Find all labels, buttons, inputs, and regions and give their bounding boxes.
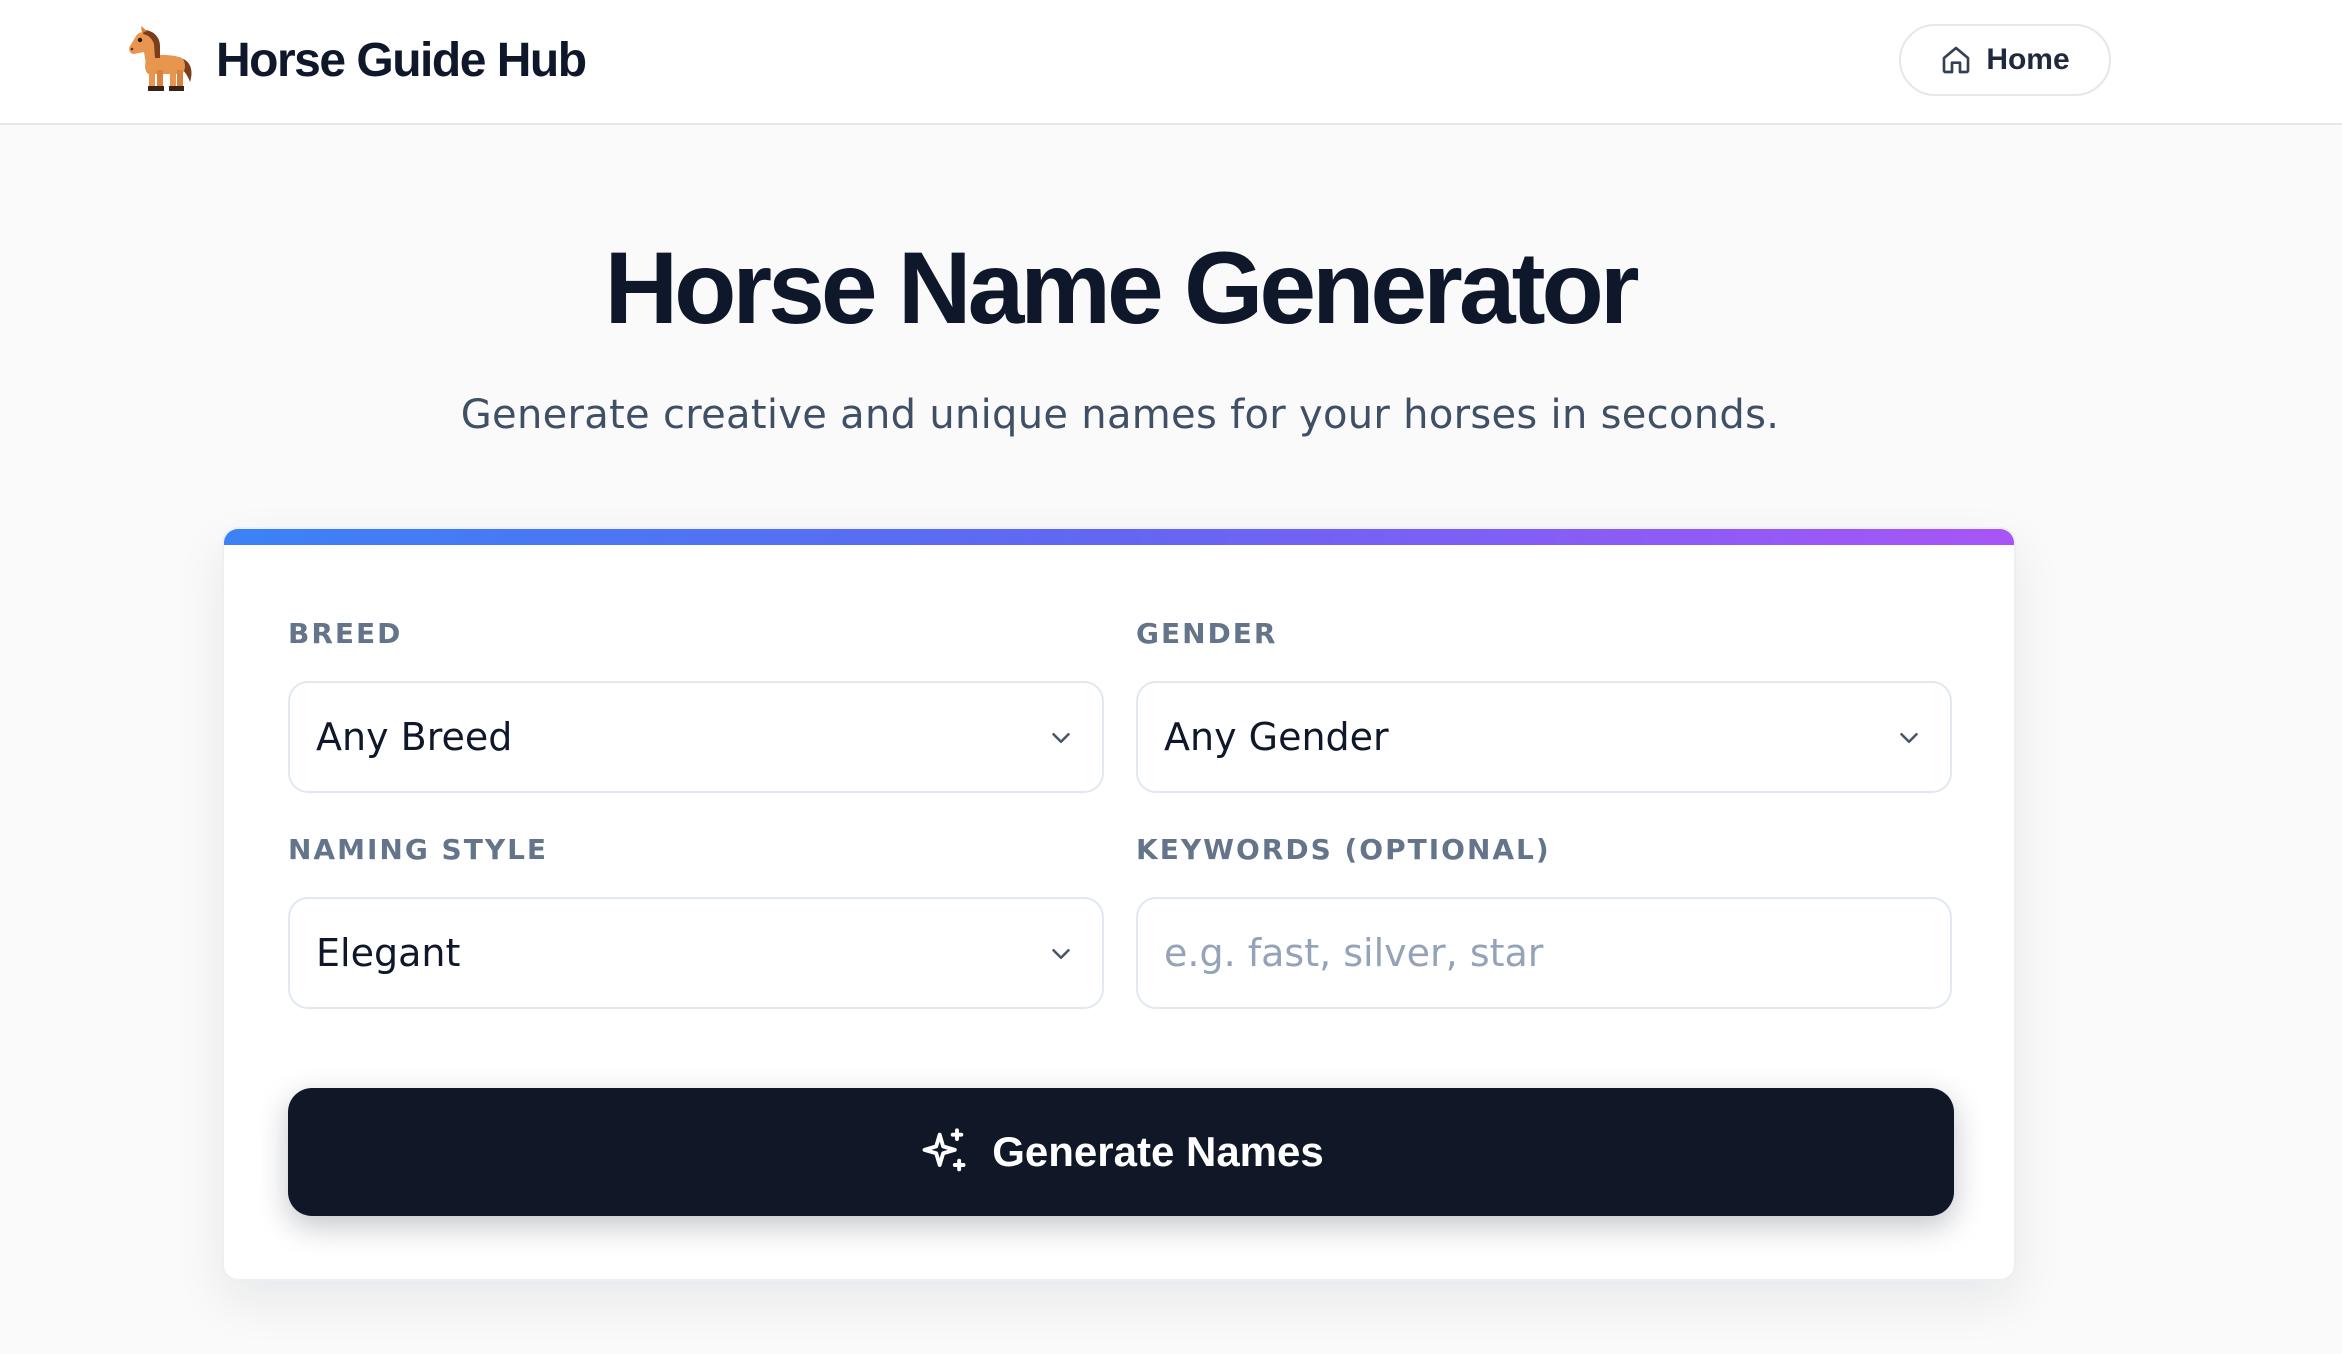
- breed-select[interactable]: Any Breed: [288, 681, 1104, 793]
- keywords-input[interactable]: e.g. fast, silver, star: [1136, 897, 1952, 1009]
- card-accent-bar: [224, 529, 2014, 545]
- chevron-down-icon: [1052, 733, 1070, 743]
- home-icon: [1942, 46, 1970, 74]
- keywords-placeholder: e.g. fast, silver, star: [1164, 931, 1544, 975]
- home-label: Home: [1986, 43, 2070, 76]
- horse-icon: [129, 26, 192, 91]
- breed-label: BREED: [288, 617, 403, 650]
- generate-names-button[interactable]: Generate Names: [288, 1088, 1954, 1216]
- gender-select-value: Any Gender: [1164, 715, 1389, 759]
- page-title: Horse Name Generator: [604, 231, 1639, 345]
- chevron-down-icon: [1052, 949, 1070, 959]
- naming-style-label: NAMING STYLE: [288, 833, 549, 866]
- top-navigation-bar: Horse Guide Hub Home: [0, 0, 2342, 125]
- page-subtitle: Generate creative and unique names for y…: [460, 392, 1780, 438]
- brand[interactable]: Horse Guide Hub: [124, 24, 587, 96]
- sparkles-icon: [922, 1128, 966, 1172]
- gender-select[interactable]: Any Gender: [1136, 681, 1952, 793]
- gender-label: GENDER: [1136, 617, 1278, 650]
- generate-names-label: Generate Names: [992, 1128, 1324, 1175]
- home-button[interactable]: Home: [1899, 24, 2111, 96]
- breed-select-value: Any Breed: [316, 715, 513, 759]
- naming-style-select[interactable]: Elegant: [288, 897, 1104, 1009]
- keywords-label: KEYWORDS (OPTIONAL): [1136, 833, 1551, 866]
- chevron-down-icon: [1900, 733, 1918, 743]
- brand-name: Horse Guide Hub: [216, 33, 587, 87]
- naming-style-select-value: Elegant: [316, 931, 461, 975]
- generator-form-card: BREED Any Breed GENDER Any Gender NAMING…: [222, 527, 2016, 1281]
